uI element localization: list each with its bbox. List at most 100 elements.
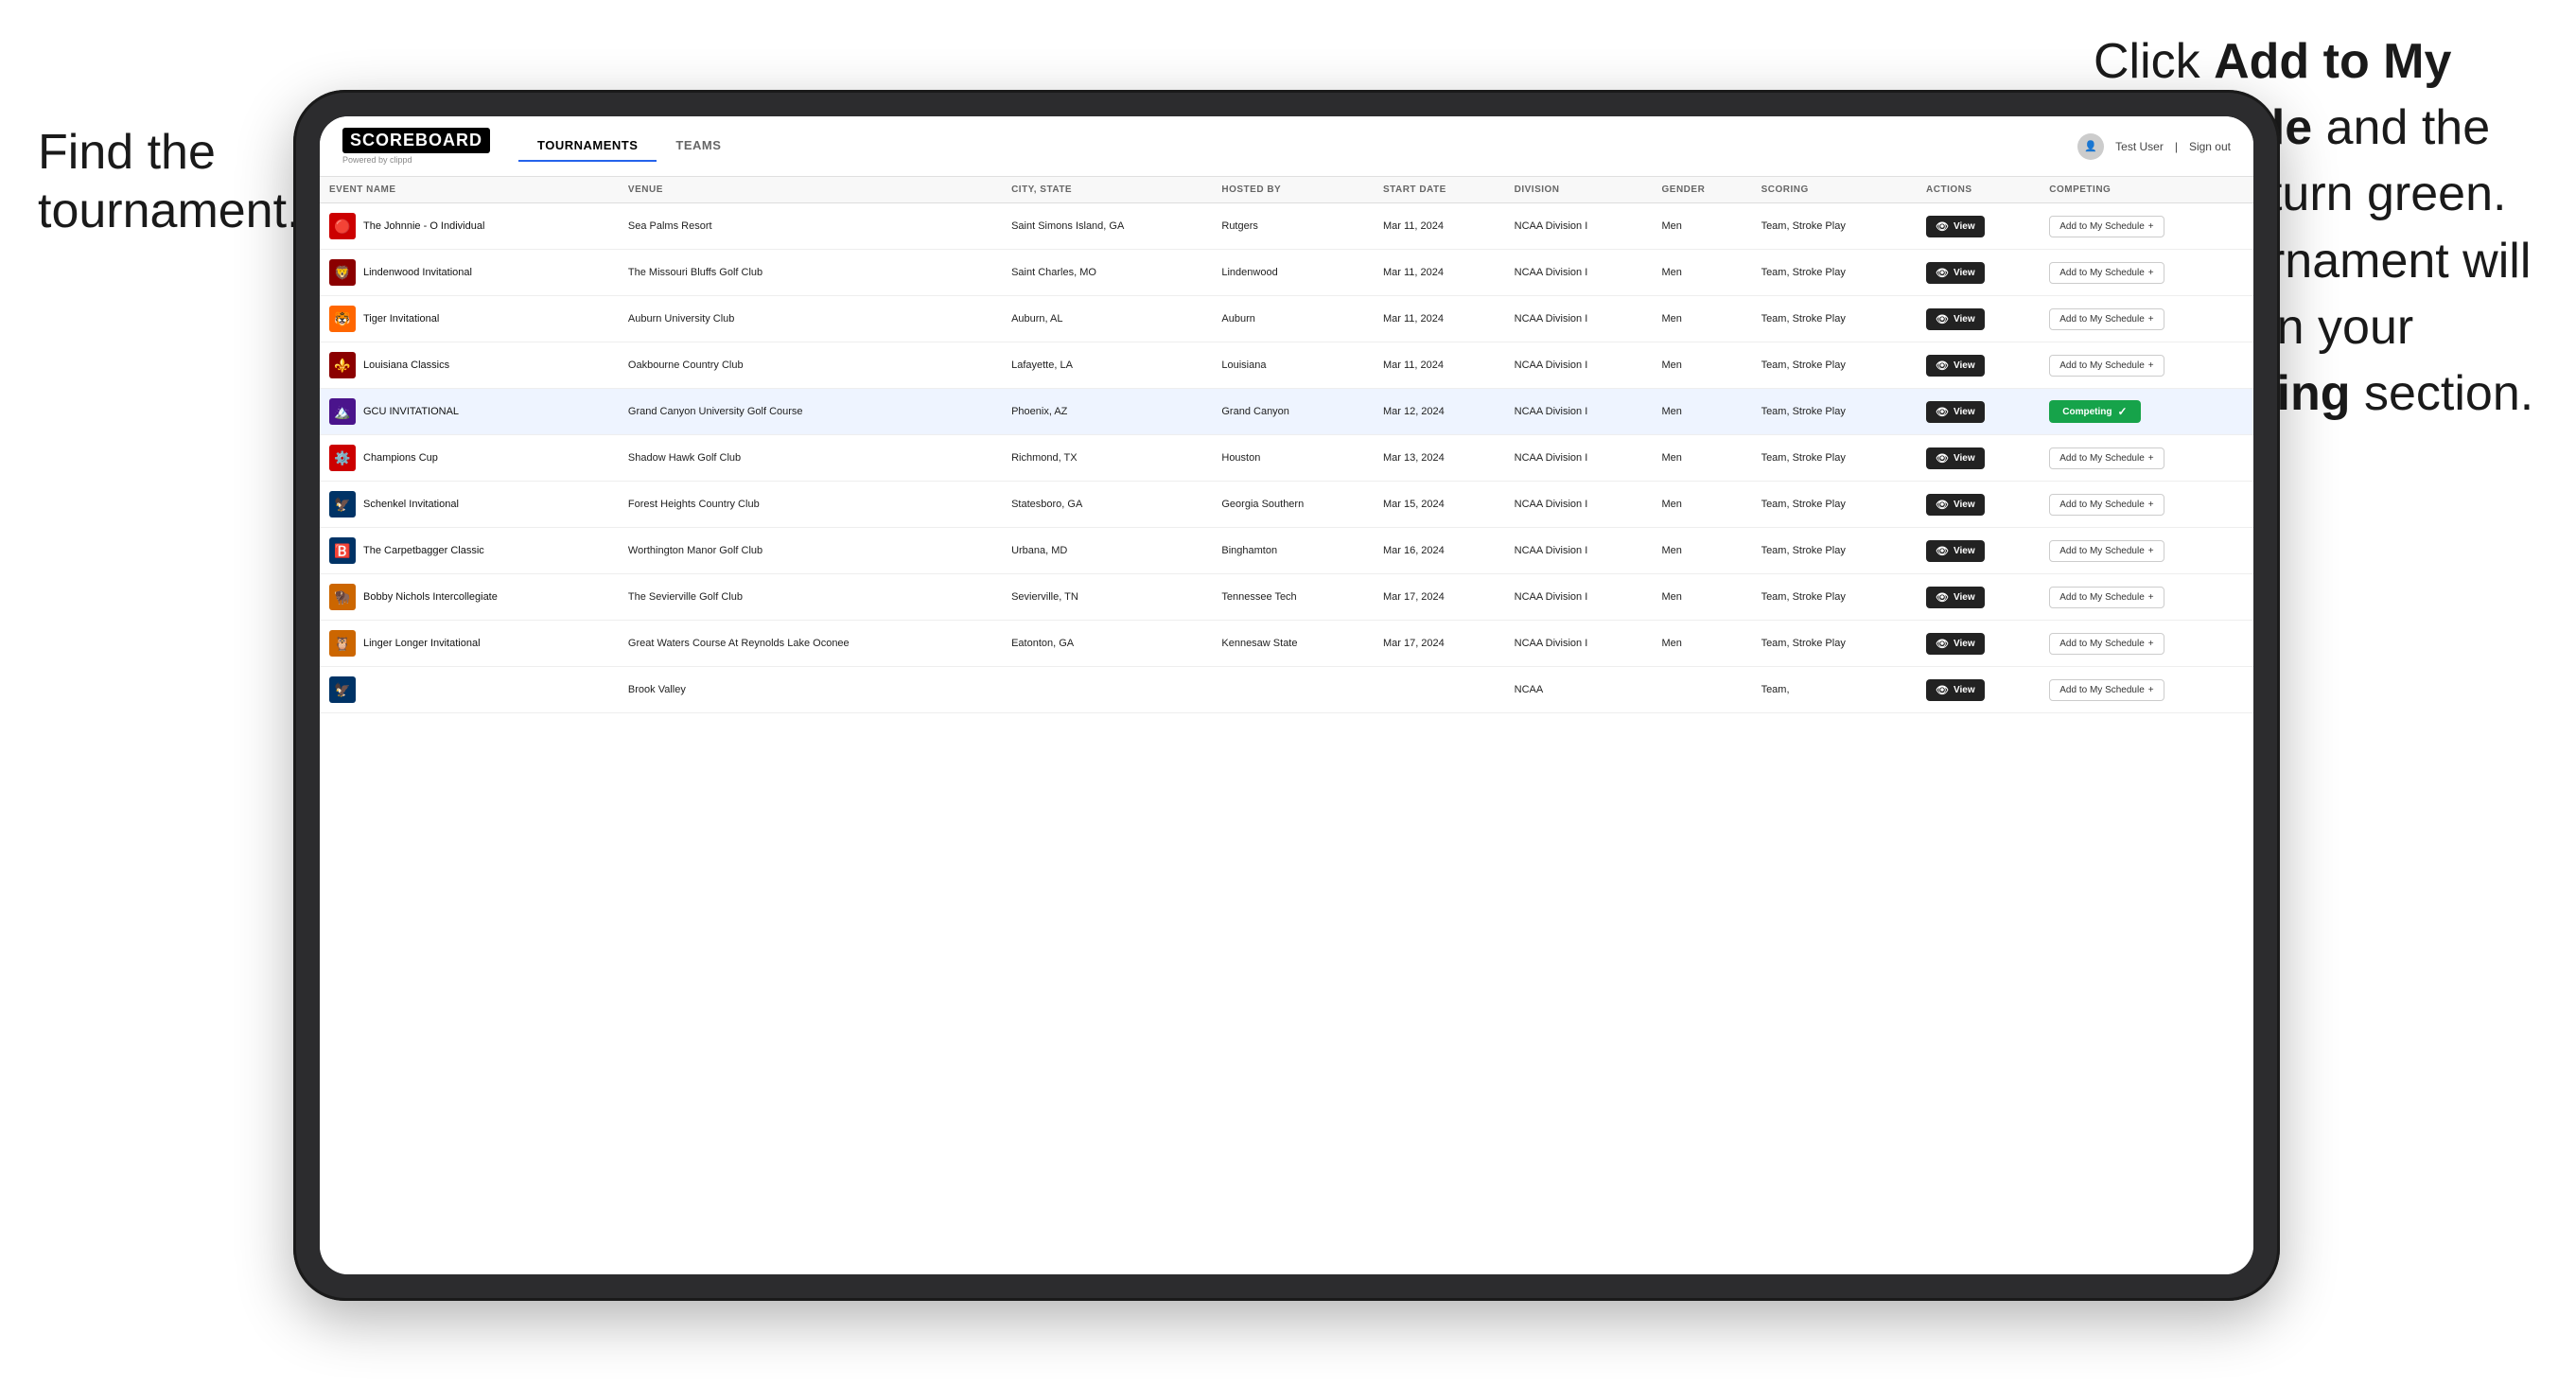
add-to-schedule-button[interactable]: Add to My Schedule +	[2049, 679, 2164, 701]
view-button[interactable]: 👁 View	[1926, 633, 1985, 655]
start-date-cell: Mar 17, 2024	[1374, 621, 1505, 667]
view-button[interactable]: 👁 View	[1926, 587, 1985, 608]
col-venue: VENUE	[619, 177, 1002, 203]
plus-icon: +	[2148, 360, 2154, 371]
city-state-cell: Sevierville, TN	[1002, 574, 1212, 621]
division-cell: NCAA	[1505, 667, 1653, 713]
add-to-schedule-button[interactable]: Add to My Schedule +	[2049, 262, 2164, 284]
city-state-cell: Phoenix, AZ	[1002, 389, 1212, 435]
scoring-cell: Team, Stroke Play	[1752, 435, 1917, 482]
event-name-cell: 🏔️ GCU INVITATIONAL	[320, 389, 619, 435]
eye-icon: 👁	[1936, 313, 1949, 325]
actions-cell: 👁 View	[1917, 250, 2040, 296]
competing-cell: Add to My Schedule +	[2040, 296, 2253, 342]
eye-icon: 👁	[1936, 406, 1949, 418]
city-state-cell: Saint Simons Island, GA	[1002, 203, 1212, 250]
view-button[interactable]: 👁 View	[1926, 447, 1985, 469]
scoring-cell: Team, Stroke Play	[1752, 389, 1917, 435]
division-cell: NCAA Division I	[1505, 435, 1653, 482]
venue-cell: Great Waters Course At Reynolds Lake Oco…	[619, 621, 1002, 667]
actions-cell: 👁 View	[1917, 528, 2040, 574]
gender-cell: Men	[1653, 389, 1752, 435]
add-to-schedule-button[interactable]: Add to My Schedule +	[2049, 633, 2164, 655]
view-button[interactable]: 👁 View	[1926, 262, 1985, 284]
add-to-schedule-button[interactable]: Add to My Schedule +	[2049, 308, 2164, 330]
sign-out-link[interactable]: Sign out	[2189, 140, 2231, 153]
event-name-text: Lindenwood Invitational	[363, 267, 472, 278]
competing-cell: Add to My Schedule +	[2040, 342, 2253, 389]
view-button[interactable]: 👁 View	[1926, 494, 1985, 516]
gender-cell: Men	[1653, 621, 1752, 667]
actions-cell: 👁 View	[1917, 389, 2040, 435]
col-competing: COMPETING	[2040, 177, 2253, 203]
team-logo: 🦅	[329, 676, 356, 703]
add-to-schedule-button[interactable]: Add to My Schedule +	[2049, 447, 2164, 469]
city-state-cell: Richmond, TX	[1002, 435, 1212, 482]
plus-icon: +	[2148, 685, 2154, 695]
event-name-text: The Johnnie - O Individual	[363, 220, 484, 232]
gender-cell: Men	[1653, 250, 1752, 296]
tab-teams[interactable]: TEAMS	[657, 131, 740, 162]
eye-icon: 👁	[1936, 499, 1949, 511]
actions-cell: 👁 View	[1917, 296, 2040, 342]
venue-cell: Grand Canyon University Golf Course	[619, 389, 1002, 435]
scoring-cell: Team, Stroke Play	[1752, 621, 1917, 667]
venue-cell: Forest Heights Country Club	[619, 482, 1002, 528]
table-row: 🦉 Linger Longer Invitational Great Water…	[320, 621, 2253, 667]
tablet-frame: SCOREBOARD Powered by clippd TOURNAMENTS…	[293, 90, 2280, 1301]
actions-cell: 👁 View	[1917, 574, 2040, 621]
start-date-cell: Mar 16, 2024	[1374, 528, 1505, 574]
team-logo: 🐯	[329, 306, 356, 332]
eye-icon: 👁	[1936, 545, 1949, 557]
hosted-by-cell: Auburn	[1212, 296, 1374, 342]
add-to-schedule-button[interactable]: Add to My Schedule +	[2049, 587, 2164, 608]
start-date-cell: Mar 12, 2024	[1374, 389, 1505, 435]
col-division: DIVISION	[1505, 177, 1653, 203]
competing-button[interactable]: Competing ✓	[2049, 400, 2140, 423]
eye-icon: 👁	[1936, 220, 1949, 233]
table-row: 🦅 Schenkel Invitational Forest Heights C…	[320, 482, 2253, 528]
venue-cell: The Missouri Bluffs Golf Club	[619, 250, 1002, 296]
event-name-text: Bobby Nichols Intercollegiate	[363, 591, 498, 603]
hosted-by-cell: Houston	[1212, 435, 1374, 482]
add-to-schedule-button[interactable]: Add to My Schedule +	[2049, 355, 2164, 377]
header-right: 👤 Test User | Sign out	[2077, 133, 2231, 160]
table-row: 🏔️ GCU INVITATIONAL Grand Canyon Univers…	[320, 389, 2253, 435]
divider: |	[2175, 140, 2178, 153]
view-button[interactable]: 👁 View	[1926, 401, 1985, 423]
col-actions: ACTIONS	[1917, 177, 2040, 203]
scoring-cell: Team, Stroke Play	[1752, 342, 1917, 389]
add-to-schedule-button[interactable]: Add to My Schedule +	[2049, 494, 2164, 516]
hosted-by-cell: Rutgers	[1212, 203, 1374, 250]
venue-cell: Auburn University Club	[619, 296, 1002, 342]
view-button[interactable]: 👁 View	[1926, 216, 1985, 237]
plus-icon: +	[2148, 314, 2154, 325]
gender-cell	[1653, 667, 1752, 713]
team-logo: ⚙️	[329, 445, 356, 471]
team-logo: 🅱️	[329, 537, 356, 564]
view-button[interactable]: 👁 View	[1926, 355, 1985, 377]
start-date-cell: Mar 11, 2024	[1374, 250, 1505, 296]
division-cell: NCAA Division I	[1505, 296, 1653, 342]
add-to-schedule-button[interactable]: Add to My Schedule +	[2049, 216, 2164, 237]
competing-cell: Add to My Schedule +	[2040, 250, 2253, 296]
event-name-cell: 🅱️ The Carpetbagger Classic	[320, 528, 619, 574]
scoring-cell: Team, Stroke Play	[1752, 203, 1917, 250]
actions-cell: 👁 View	[1917, 667, 2040, 713]
view-button[interactable]: 👁 View	[1926, 679, 1985, 701]
view-button[interactable]: 👁 View	[1926, 540, 1985, 562]
actions-cell: 👁 View	[1917, 621, 2040, 667]
table-row: 🅱️ The Carpetbagger Classic Worthington …	[320, 528, 2253, 574]
hosted-by-cell: Grand Canyon	[1212, 389, 1374, 435]
add-to-schedule-button[interactable]: Add to My Schedule +	[2049, 540, 2164, 562]
tablet-screen: SCOREBOARD Powered by clippd TOURNAMENTS…	[320, 116, 2253, 1274]
view-button[interactable]: 👁 View	[1926, 308, 1985, 330]
event-name-cell: 🦬 Bobby Nichols Intercollegiate	[320, 574, 619, 621]
gender-cell: Men	[1653, 435, 1752, 482]
tab-tournaments[interactable]: TOURNAMENTS	[518, 131, 657, 162]
hosted-by-cell: Tennessee Tech	[1212, 574, 1374, 621]
team-logo: 🔴	[329, 213, 356, 239]
city-state-cell: Statesboro, GA	[1002, 482, 1212, 528]
division-cell: NCAA Division I	[1505, 528, 1653, 574]
table-container[interactable]: EVENT NAME VENUE CITY, STATE HOSTED BY S…	[320, 177, 2253, 1274]
